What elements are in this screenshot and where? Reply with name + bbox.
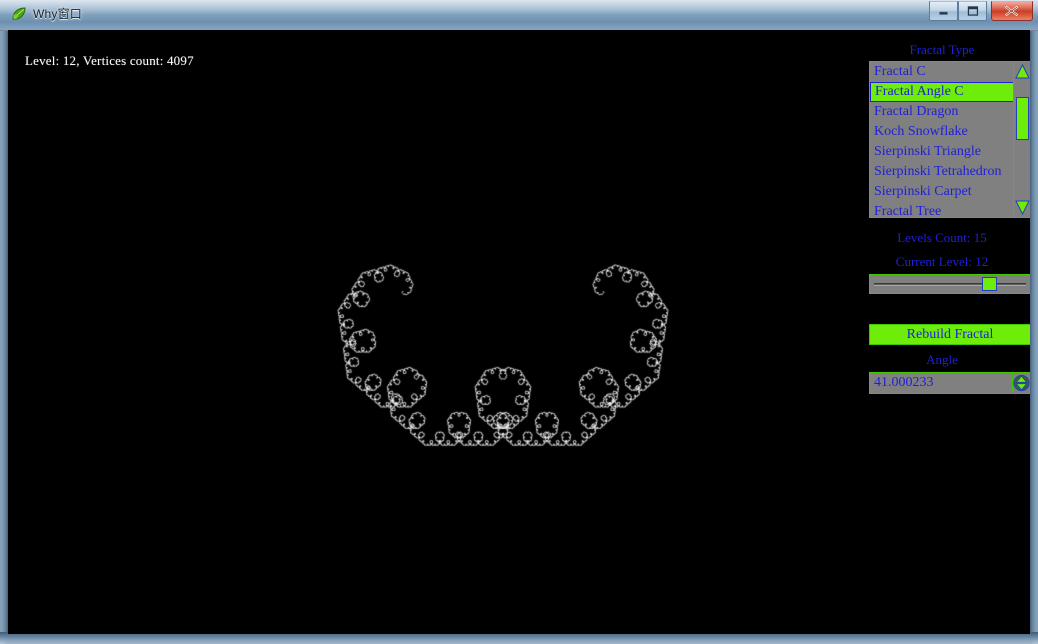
angle-label: Angle: [926, 352, 958, 367]
slider-thumb[interactable]: [981, 277, 997, 291]
close-button[interactable]: [991, 1, 1033, 21]
fractal-list-item[interactable]: Sierpinski Tetrahedron: [870, 162, 1015, 182]
fractal-type-label: Fractal Type: [909, 42, 975, 57]
levels-count-label: Levels Count: 15: [897, 230, 987, 245]
application-window: Why窗口 Level: 12, Vertices count: 4097 Fr…: [0, 0, 1038, 644]
fractal-list-item[interactable]: Fractal Tree: [870, 202, 1015, 217]
rebuild-fractal-button[interactable]: Rebuild Fractal: [869, 324, 1030, 345]
fractal-list-item[interactable]: Fractal Angle C: [870, 82, 1015, 102]
fractal-list-item[interactable]: Fractal Dragon: [870, 102, 1015, 122]
triangle-up-icon[interactable]: [1015, 63, 1030, 80]
status-overlay-text: Level: 12, Vertices count: 4097: [25, 53, 194, 68]
maximize-button[interactable]: [958, 1, 987, 21]
window-border-left: [0, 0, 8, 644]
minimize-button[interactable]: [929, 1, 958, 21]
scrollbar-thumb[interactable]: [1016, 97, 1029, 140]
triangle-down-icon[interactable]: [1015, 199, 1030, 216]
level-slider[interactable]: [869, 274, 1030, 294]
slider-track: [874, 283, 1026, 286]
title-bar-sheen: [0, 0, 1038, 14]
fractal-type-listbox[interactable]: Fractal C Fractal Angle C Fractal Dragon Ko…: [869, 61, 1030, 218]
leaf-icon: [10, 6, 27, 23]
fractal-list-item[interactable]: Sierpinski Carpet: [870, 182, 1015, 202]
fractal-list-item[interactable]: Sierpinski Triangle: [870, 142, 1015, 162]
angle-input-value[interactable]: 41.000233: [874, 374, 1002, 392]
window-title: Why窗口: [33, 7, 83, 21]
list-scrollbar[interactable]: [1013, 62, 1030, 217]
angle-spinner[interactable]: 41.000233: [869, 372, 1030, 394]
window-border-right: [1030, 0, 1038, 644]
angle-spin-buttons[interactable]: [1012, 374, 1030, 392]
client-area: Level: 12, Vertices count: 4097 Fractal …: [8, 30, 1030, 634]
current-level-label: Current Level: 12: [895, 254, 989, 269]
title-bar[interactable]: Why窗口: [0, 0, 1038, 31]
control-panel: Fractal Type Fractal C Fractal Angle C Fra…: [854, 30, 1030, 634]
fractal-type-list-items: Fractal C Fractal Angle C Fractal Dragon Ko…: [870, 62, 1015, 217]
fractal-list-item[interactable]: Koch Snowflake: [870, 122, 1015, 142]
fractal-list-item[interactable]: Fractal C: [870, 62, 1015, 82]
